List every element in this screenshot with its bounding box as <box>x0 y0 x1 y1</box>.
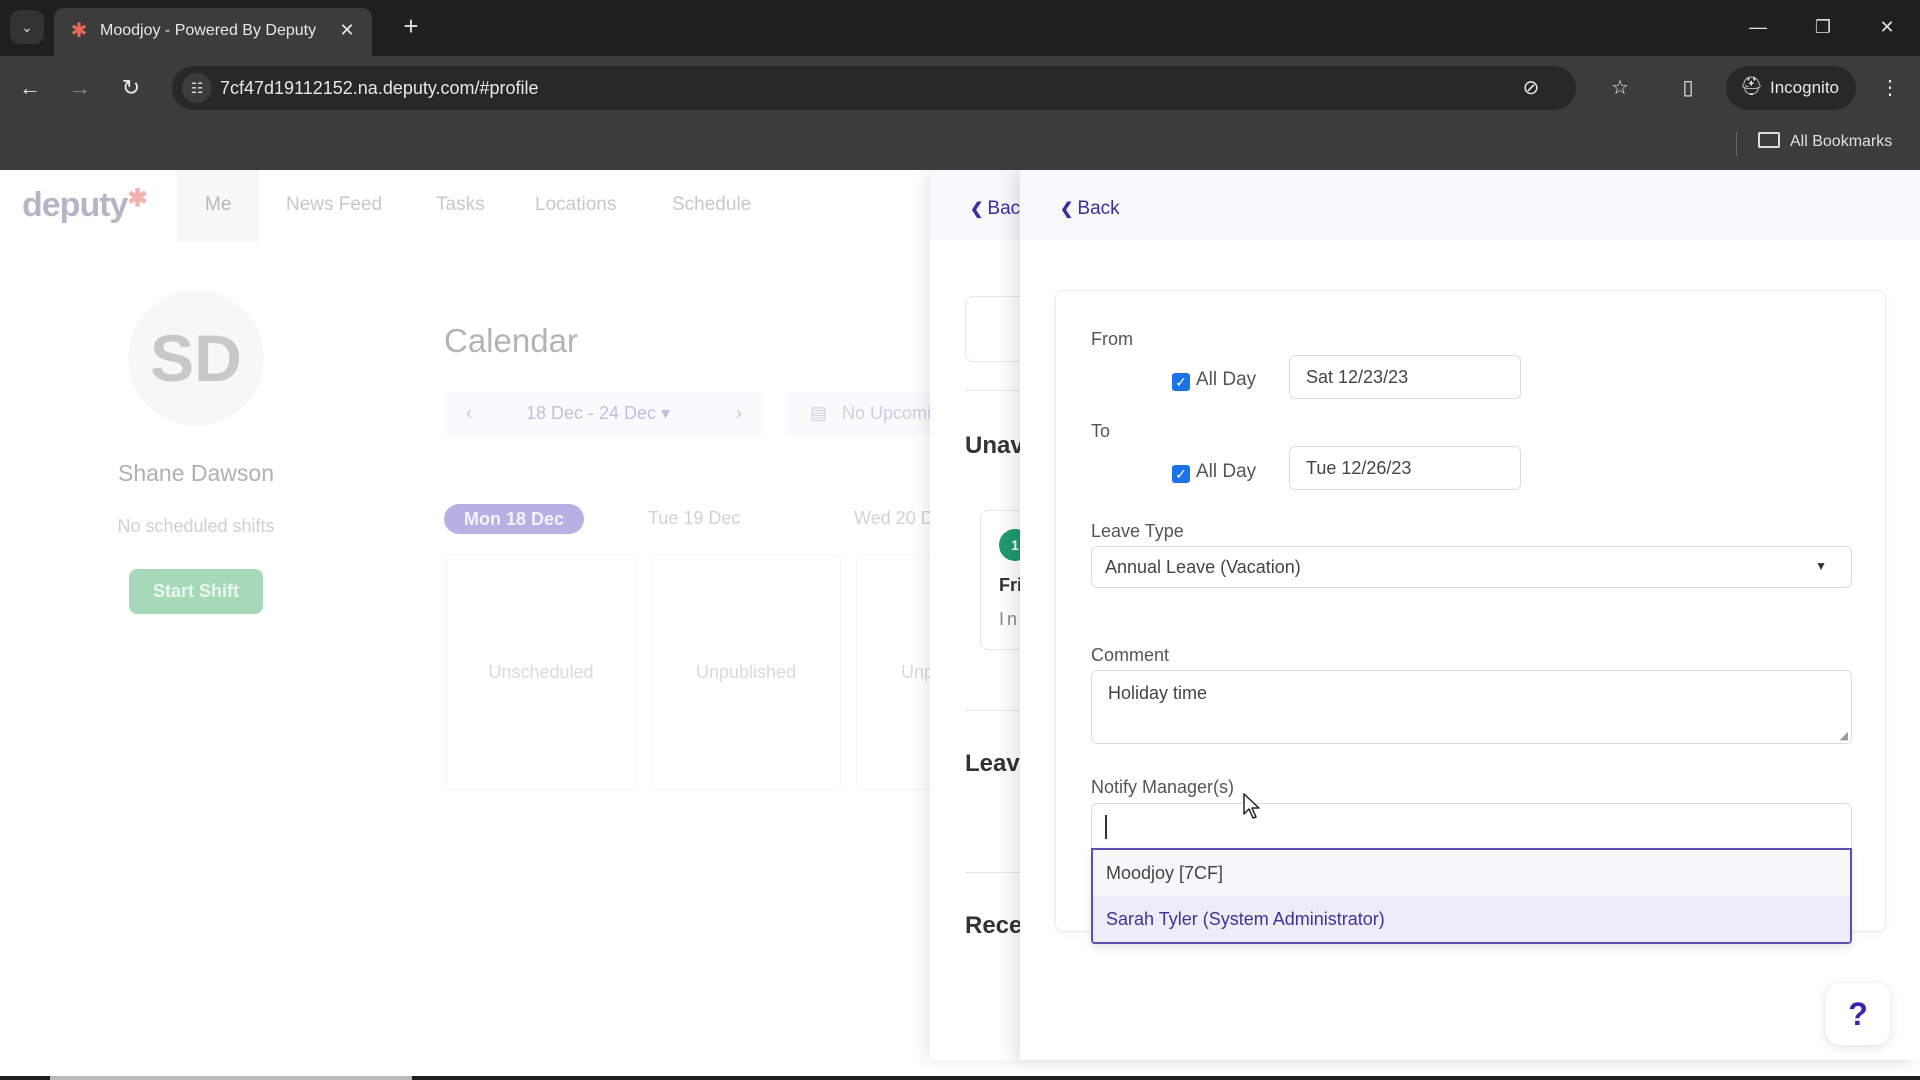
dropdown-option-highlighted[interactable]: Sarah Tyler (System Administrator) <box>1093 896 1850 942</box>
comment-value: Holiday time <box>1108 683 1208 703</box>
incognito-label: Incognito <box>1770 78 1839 97</box>
incognito-indicator[interactable]: ⛑ Incognito <box>1726 66 1856 110</box>
to-date-input[interactable]: Tue 12/26/23 <box>1289 446 1521 490</box>
window-close-icon[interactable]: ✕ <box>1867 12 1907 42</box>
shift-status: No scheduled shifts <box>117 516 275 536</box>
leave-type-label: Leave Type <box>1091 521 1184 541</box>
nav-me[interactable]: Me <box>177 170 260 242</box>
browser-tab-strip: ⌄ ✱ Moodjoy - Powered By Deputy ✕ + — ❐ … <box>0 0 1920 56</box>
from-all-day-checkbox[interactable]: ✓ All Day <box>1172 369 1256 391</box>
nav-schedule[interactable]: Schedule <box>672 194 751 216</box>
dropdown-option[interactable]: Moodjoy [7CF] <box>1093 850 1850 896</box>
url-text[interactable]: 7cf47d19112152.na.deputy.com/#profile <box>220 78 539 99</box>
site-info-icon[interactable]: ☷ <box>182 73 212 103</box>
upcoming-button[interactable]: ▤ No Upcoming <box>788 392 940 436</box>
calendar-range-picker: ‹ 18 Dec - 24 Dec ▾ › <box>446 392 762 436</box>
nav-news-feed[interactable]: News Feed <box>286 194 382 216</box>
side-panel-icon[interactable]: ▯ <box>1672 72 1704 104</box>
tab-close-icon[interactable]: ✕ <box>336 19 358 41</box>
bookmark-star-icon[interactable]: ☆ <box>1607 76 1633 102</box>
day-tab[interactable]: Tue 19 Dec <box>648 508 740 529</box>
day-card-status: Unpublished <box>695 662 797 682</box>
nav-tasks[interactable]: Tasks <box>436 194 485 216</box>
start-shift-button[interactable]: Start Shift <box>129 569 263 614</box>
calendar-title: Calendar <box>444 322 578 359</box>
logo-text: deputy <box>22 186 128 224</box>
deputy-star-icon: ✱ <box>70 20 88 42</box>
horizontal-scrollbar[interactable] <box>0 1076 1920 1080</box>
unavailability-sub: In <box>999 609 1021 629</box>
leave-request-panel: ❮ Back From ✓ All Day Sat 12/23/23 To ✓ All… <box>1020 170 1920 1060</box>
app-top-nav: deputy✱ Me News Feed Tasks Locations Sch… <box>0 170 940 242</box>
scrollbar-thumb[interactable] <box>50 1076 412 1080</box>
minimize-icon[interactable]: — <box>1738 12 1778 42</box>
resize-grip-icon[interactable]: ◢ <box>1840 729 1848 742</box>
incognito-icon: ⛑ <box>1740 76 1763 96</box>
checkbox-checked-icon: ✓ <box>1172 373 1190 391</box>
all-bookmarks-label: All Bookmarks <box>1790 133 1893 150</box>
forward-arrow-icon[interactable]: → <box>64 72 96 104</box>
all-day-label: All Day <box>1196 369 1257 390</box>
bookmarks-divider <box>1736 132 1737 156</box>
caret-down-icon: ▼ <box>1815 559 1827 573</box>
deputy-logo[interactable]: deputy✱ <box>22 184 148 225</box>
back-button[interactable]: ❮ Back <box>1060 198 1120 220</box>
back-label: Back <box>1077 198 1120 219</box>
day-tab-active[interactable]: Mon 18 Dec <box>444 504 584 534</box>
notify-managers-input[interactable] <box>1091 803 1852 849</box>
chevron-right-icon[interactable]: › <box>736 403 742 424</box>
browser-tab-active[interactable]: ✱ Moodjoy - Powered By Deputy ✕ <box>54 8 372 56</box>
logo-star-icon: ✱ <box>127 185 147 212</box>
from-date-input[interactable]: Sat 12/23/23 <box>1289 355 1521 399</box>
day-card-status: Unscheduled <box>488 662 594 682</box>
help-button[interactable]: ? <box>1826 983 1890 1045</box>
to-label: To <box>1091 421 1111 441</box>
nav-locations[interactable]: Locations <box>535 194 616 216</box>
upcoming-label: No Upcoming <box>842 403 940 423</box>
from-label: From <box>1091 329 1133 349</box>
leave-type-select[interactable]: Annual Leave (Vacation) ▼ <box>1091 546 1852 588</box>
leave-type-value: Annual Leave (Vacation) <box>1105 557 1301 577</box>
notify-managers-label: Notify Manager(s) <box>1091 777 1235 797</box>
notify-managers-dropdown: Moodjoy [7CF] Sarah Tyler (System Admini… <box>1091 848 1852 944</box>
unavailability-day: Fri <box>999 575 1023 595</box>
avatar: SD <box>128 290 264 426</box>
page: deputy✱ Me News Feed Tasks Locations Sch… <box>0 170 1920 1080</box>
browser-toolbar: ← → ↻ ☷ 7cf47d19112152.na.deputy.com/#pr… <box>0 56 1920 120</box>
mouse-cursor-icon <box>1243 793 1260 819</box>
eye-off-icon[interactable]: ⊘ <box>1518 76 1544 102</box>
profile-name: Shane Dawson <box>118 460 274 486</box>
leave-form-card: From ✓ All Day Sat 12/23/23 To ✓ All Day T… <box>1055 290 1886 944</box>
checkbox-checked-icon: ✓ <box>1172 465 1190 483</box>
restore-icon[interactable]: ❐ <box>1803 12 1843 42</box>
panel-header: ❮ Back <box>1020 170 1920 240</box>
reload-icon[interactable]: ↻ <box>115 72 147 104</box>
comment-label: Comment <box>1091 645 1170 665</box>
day-card[interactable]: Unscheduled <box>446 555 636 790</box>
browser-menu-icon[interactable]: ⋮ <box>1874 72 1906 104</box>
tab-title: Moodjoy - Powered By Deputy <box>100 22 317 39</box>
chevron-left-icon[interactable]: ‹ <box>466 403 472 424</box>
tab-search-button[interactable]: ⌄ <box>10 10 44 44</box>
address-bar[interactable]: ☷ 7cf47d19112152.na.deputy.com/#profile … <box>172 66 1629 110</box>
chevron-left-icon: ❮ <box>1060 201 1074 218</box>
text-caret <box>1105 815 1107 839</box>
all-bookmarks-button[interactable]: All Bookmarks <box>1758 132 1892 151</box>
all-day-label: All Day <box>1196 461 1257 482</box>
chevron-left-icon: ❮ <box>970 201 984 218</box>
folder-icon <box>1758 132 1780 148</box>
to-all-day-checkbox[interactable]: ✓ All Day <box>1172 461 1256 483</box>
new-tab-button[interactable]: + <box>396 12 426 42</box>
day-card[interactable]: Unpublished <box>651 555 841 790</box>
back-arrow-icon[interactable]: ← <box>14 72 46 104</box>
calendar-icon: ▤ <box>810 403 828 423</box>
bookmarks-bar: All Bookmarks <box>0 120 1920 170</box>
chevron-down-icon: ⌄ <box>21 19 33 35</box>
calendar-range-label[interactable]: 18 Dec - 24 Dec ▾ <box>526 403 670 424</box>
comment-textarea[interactable]: Holiday time ◢ <box>1091 670 1852 744</box>
